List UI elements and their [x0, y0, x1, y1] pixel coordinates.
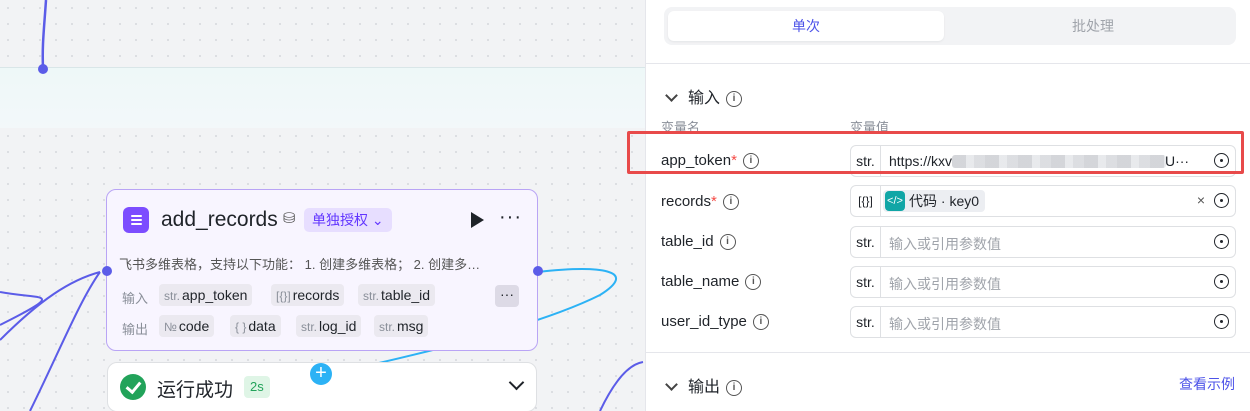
chevron-down-icon — [665, 89, 678, 102]
run-duration-badge: 2s — [244, 376, 270, 398]
plugin-icon: ⛁ — [283, 210, 296, 227]
param-label-user-id-type: user_id_type i — [661, 313, 769, 331]
inputs-label: 输入 — [122, 291, 149, 306]
auth-dropdown[interactable]: 单独授权 ⌄ — [304, 208, 392, 232]
placeholder: 输入或引用参数值 — [889, 236, 1001, 252]
table-icon — [123, 207, 149, 233]
more-icon[interactable]: ··· — [499, 206, 522, 229]
type-selector[interactable]: [{}] — [851, 186, 881, 216]
chevron-down-icon — [665, 378, 678, 391]
success-check-icon — [120, 374, 146, 400]
table-id-field[interactable]: str. 输入或引用参数值 — [850, 226, 1236, 258]
param-label-table-id: table_id i — [661, 233, 736, 251]
more-inputs-button[interactable]: ··· — [495, 285, 519, 307]
output-chip-data: { } data — [230, 315, 281, 337]
placeholder: 输入或引用参数值 — [889, 276, 1001, 292]
divider — [646, 63, 1250, 64]
variable-picker-icon[interactable] — [1214, 234, 1229, 249]
param-label-records: records* i — [661, 193, 739, 211]
info-icon: i — [726, 90, 743, 107]
tab-batch[interactable]: 批处理 — [954, 11, 1232, 41]
outputs-label: 输出 — [122, 322, 149, 337]
divider — [646, 352, 1250, 353]
add-node-button[interactable]: + — [310, 363, 332, 385]
info-icon: i — [752, 314, 769, 331]
type-selector[interactable]: str. — [851, 267, 881, 297]
highlight-box — [627, 131, 1244, 174]
info-icon: i — [719, 234, 736, 251]
view-example-link[interactable]: 查看示例 — [1179, 374, 1235, 394]
variable-picker-icon[interactable] — [1214, 193, 1229, 208]
placeholder: 输入或引用参数值 — [889, 316, 1001, 332]
node-output-port[interactable] — [533, 266, 543, 276]
input-chip-table-id: str. table_id — [358, 284, 436, 306]
input-section-header[interactable]: 输入 i — [664, 84, 743, 108]
code-icon: </> — [885, 191, 905, 211]
param-label-table-name: table_name i — [661, 273, 762, 291]
run-status: 运行成功 — [157, 380, 234, 401]
reference-tag[interactable]: </> 代码 · key0 — [883, 190, 986, 212]
type-selector[interactable]: str. — [851, 227, 881, 257]
node-input-port[interactable] — [102, 266, 112, 276]
info-icon: i — [745, 274, 762, 291]
output-chip-log-id: str. log_id — [296, 315, 362, 337]
table-name-field[interactable]: str. 输入或引用参数值 — [850, 266, 1236, 298]
add-records-node[interactable]: add_records ⛁ 单独授权 ⌄ ··· 飞书多维表格，支持以下功能： … — [106, 189, 538, 351]
node-title: add_records — [161, 208, 278, 231]
info-icon: i — [722, 194, 739, 211]
workflow-canvas[interactable]: add_records ⛁ 单独授权 ⌄ ··· 飞书多维表格，支持以下功能： … — [0, 0, 645, 411]
input-chip-app-token: str. app_token — [159, 284, 253, 306]
info-icon: i — [726, 379, 743, 396]
variable-picker-icon[interactable] — [1214, 314, 1229, 329]
tab-single[interactable]: 单次 — [668, 11, 944, 41]
run-mode-tabs: 单次 批处理 — [664, 7, 1236, 45]
run-icon[interactable] — [471, 212, 484, 228]
output-chip-msg: str. msg — [374, 315, 429, 337]
type-selector[interactable]: str. — [851, 307, 881, 337]
node-description: 飞书多维表格，支持以下功能： 1. 创建多维表格； 2. 创建多… — [119, 257, 481, 272]
output-chip-code: № code — [159, 315, 215, 337]
chevron-down-icon[interactable] — [508, 374, 525, 391]
output-section-header[interactable]: 输出 i — [664, 373, 743, 397]
variable-picker-icon[interactable] — [1214, 274, 1229, 289]
user-id-type-field[interactable]: str. 输入或引用参数值 — [850, 306, 1236, 338]
test-run-panel: 单次 批处理 输入 i 变量名 变量值 app_token* i str. http… — [645, 0, 1250, 411]
clear-icon[interactable]: × — [1197, 192, 1205, 208]
chevron-down-icon: ⌄ — [368, 212, 384, 228]
input-chip-records: [{}] records — [271, 284, 345, 306]
records-field[interactable]: [{}] </> 代码 · key0 × — [850, 185, 1236, 217]
